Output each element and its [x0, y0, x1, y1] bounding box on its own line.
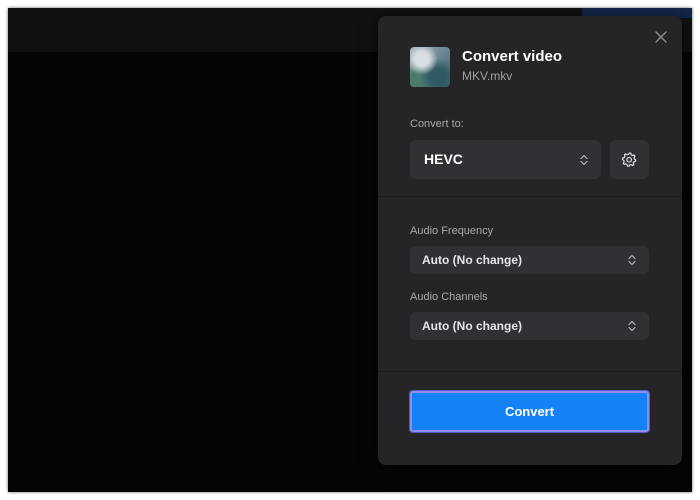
convert-to-label: Convert to: [410, 118, 464, 130]
file-name: MKV.mkv [462, 69, 513, 83]
convert-button[interactable]: Convert [410, 391, 649, 432]
section-divider [378, 371, 682, 372]
format-select-value: HEVC [424, 151, 463, 167]
audio-frequency-select[interactable]: Auto (No change) [410, 246, 649, 274]
format-settings-button[interactable] [610, 140, 649, 179]
convert-video-dialog: Convert video MKV.mkv Convert to: HEVC A… [378, 16, 682, 465]
audio-channels-value: Auto (No change) [422, 319, 522, 333]
video-thumbnail [410, 47, 450, 87]
audio-channels-select[interactable]: Auto (No change) [410, 312, 649, 340]
dialog-title: Convert video [462, 48, 563, 65]
close-icon [655, 31, 667, 43]
app-window: Convert video MKV.mkv Convert to: HEVC A… [8, 8, 692, 492]
audio-channels-label: Audio Channels [410, 291, 488, 303]
format-select[interactable]: HEVC [410, 140, 601, 179]
gear-icon [621, 152, 637, 167]
chevron-up-down-icon [628, 320, 636, 332]
section-divider [378, 196, 682, 197]
close-button[interactable] [652, 28, 670, 46]
chevron-up-down-icon [580, 154, 588, 165]
audio-frequency-value: Auto (No change) [422, 253, 522, 267]
audio-frequency-label: Audio Frequency [410, 225, 494, 237]
chevron-up-down-icon [628, 254, 636, 266]
